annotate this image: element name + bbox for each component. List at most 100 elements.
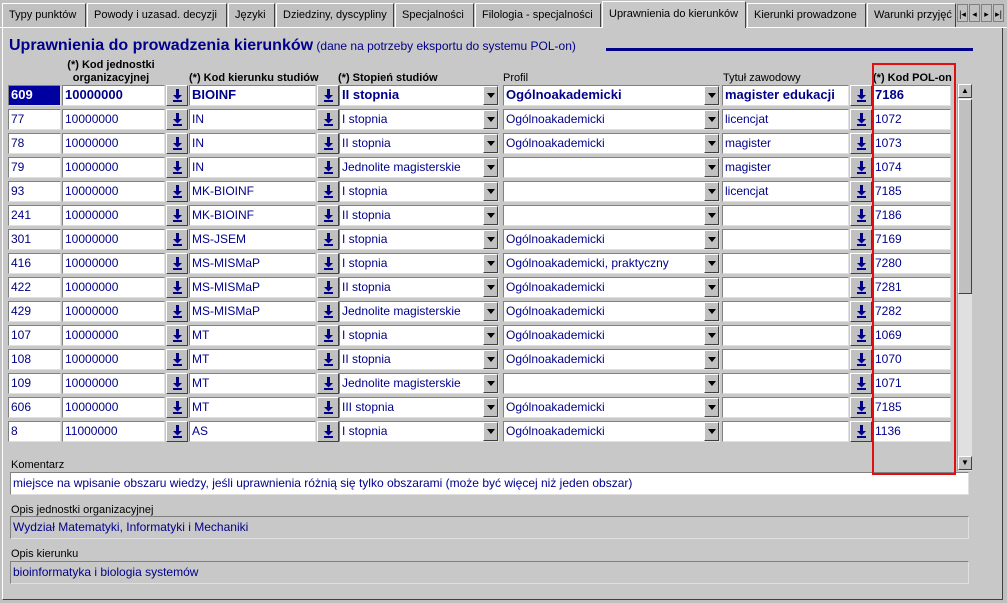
chevron-down-icon[interactable] [704,422,719,441]
jedn-lov-button[interactable] [166,349,188,370]
jedn-lov-button[interactable] [166,397,188,418]
cell-id[interactable]: 606 [8,397,61,418]
cell-id[interactable]: 301 [8,229,61,250]
cell-tytul[interactable] [722,397,849,418]
cell-tytul[interactable]: licencjat [722,181,849,202]
chevron-down-icon[interactable] [704,398,719,417]
cell-stopien[interactable]: III stopnia [339,397,499,418]
tytul-lov-button[interactable] [850,229,872,250]
jedn-lov-button[interactable] [166,253,188,274]
cell-tytul[interactable] [722,325,849,346]
cell-polon[interactable]: 7281 [872,277,951,298]
kier-lov-button[interactable] [317,133,339,154]
cell-kier[interactable]: MS-MISMaP [189,301,316,322]
tytul-lov-button[interactable] [850,109,872,130]
chevron-down-icon[interactable] [483,302,498,321]
cell-stopien[interactable]: I stopnia [339,325,499,346]
cell-tytul[interactable]: licencjat [722,109,849,130]
chevron-down-icon[interactable] [483,134,498,153]
cell-jedn[interactable]: 10000000 [62,397,165,418]
chevron-down-icon[interactable] [483,350,498,369]
tab-typy-punktow[interactable]: Typy punktów [2,3,86,27]
tab-scroll-next-icon[interactable]: ▸ [981,4,992,22]
chevron-down-icon[interactable] [704,158,719,177]
chevron-down-icon[interactable] [704,206,719,225]
cell-stopien[interactable]: II stopnia [339,133,499,154]
cell-id[interactable]: 429 [8,301,61,322]
cell-kier[interactable]: MT [189,373,316,394]
kier-lov-button[interactable] [317,253,339,274]
cell-jedn[interactable]: 10000000 [62,277,165,298]
chevron-down-icon[interactable] [704,134,719,153]
cell-kier[interactable]: BIOINF [189,85,316,106]
cell-polon[interactable]: 7280 [872,253,951,274]
cell-stopien[interactable]: II stopnia [339,277,499,298]
chevron-down-icon[interactable] [483,422,498,441]
jedn-lov-button[interactable] [166,133,188,154]
chevron-down-icon[interactable] [483,398,498,417]
jedn-lov-button[interactable] [166,277,188,298]
tab-specjalnosci[interactable]: Specjalności [395,3,474,27]
chevron-down-icon[interactable] [483,86,498,105]
tab-scroll-prev-icon[interactable]: ◂ [969,4,980,22]
chevron-down-icon[interactable] [483,206,498,225]
cell-polon[interactable]: 7185 [872,397,951,418]
chevron-down-icon[interactable] [704,254,719,273]
cell-jedn[interactable]: 10000000 [62,325,165,346]
cell-profil[interactable] [503,205,720,226]
cell-tytul[interactable] [722,205,849,226]
cell-id[interactable]: 78 [8,133,61,154]
cell-polon[interactable]: 7169 [872,229,951,250]
chevron-down-icon[interactable] [483,158,498,177]
cell-profil[interactable]: Ogólnoakademicki [503,349,720,370]
tab-kierunki-prowadzone[interactable]: Kierunki prowadzone [747,3,866,27]
tab-powody[interactable]: Powody i uzasad. decyzji [87,3,227,27]
cell-kier[interactable]: IN [189,157,316,178]
chevron-down-icon[interactable] [704,278,719,297]
jedn-lov-button[interactable] [166,373,188,394]
kier-lov-button[interactable] [317,325,339,346]
cell-jedn[interactable]: 10000000 [62,85,165,106]
cell-profil[interactable]: Ogólnoakademicki, praktyczny [503,253,720,274]
cell-kier[interactable]: MS-MISMaP [189,277,316,298]
cell-polon[interactable]: 1071 [872,373,951,394]
cell-id[interactable]: 93 [8,181,61,202]
scroll-up-icon[interactable]: ▲ [958,84,972,98]
chevron-down-icon[interactable] [483,110,498,129]
cell-kier[interactable]: AS [189,421,316,442]
cell-id[interactable]: 609 [8,85,61,106]
kier-lov-button[interactable] [317,157,339,178]
tytul-lov-button[interactable] [850,253,872,274]
komentarz-field[interactable]: miejsce na wpisanie obszaru wiedzy, jeśl… [10,472,969,495]
cell-jedn[interactable]: 10000000 [62,181,165,202]
cell-kier[interactable]: MS-MISMaP [189,253,316,274]
tytul-lov-button[interactable] [850,373,872,394]
jedn-lov-button[interactable] [166,301,188,322]
cell-stopien[interactable]: I stopnia [339,253,499,274]
cell-jedn[interactable]: 10000000 [62,349,165,370]
cell-profil[interactable] [503,157,720,178]
cell-polon[interactable]: 7186 [872,85,951,106]
chevron-down-icon[interactable] [483,254,498,273]
cell-stopien[interactable]: Jednolite magisterskie [339,157,499,178]
cell-profil[interactable]: Ogólnoakademicki [503,421,720,442]
tytul-lov-button[interactable] [850,205,872,226]
cell-jedn[interactable]: 10000000 [62,373,165,394]
cell-stopien[interactable]: I stopnia [339,181,499,202]
cell-tytul[interactable] [722,229,849,250]
tytul-lov-button[interactable] [850,133,872,154]
cell-polon[interactable]: 7185 [872,181,951,202]
cell-id[interactable]: 79 [8,157,61,178]
cell-kier[interactable]: MT [189,397,316,418]
cell-jedn[interactable]: 10000000 [62,109,165,130]
cell-id[interactable]: 416 [8,253,61,274]
jedn-lov-button[interactable] [166,157,188,178]
chevron-down-icon[interactable] [483,278,498,297]
cell-tytul[interactable]: magister [722,157,849,178]
kier-lov-button[interactable] [317,373,339,394]
cell-kier[interactable]: MK-BIOINF [189,205,316,226]
cell-profil[interactable]: Ogólnoakademicki [503,325,720,346]
kier-lov-button[interactable] [317,397,339,418]
kier-lov-button[interactable] [317,109,339,130]
chevron-down-icon[interactable] [704,302,719,321]
